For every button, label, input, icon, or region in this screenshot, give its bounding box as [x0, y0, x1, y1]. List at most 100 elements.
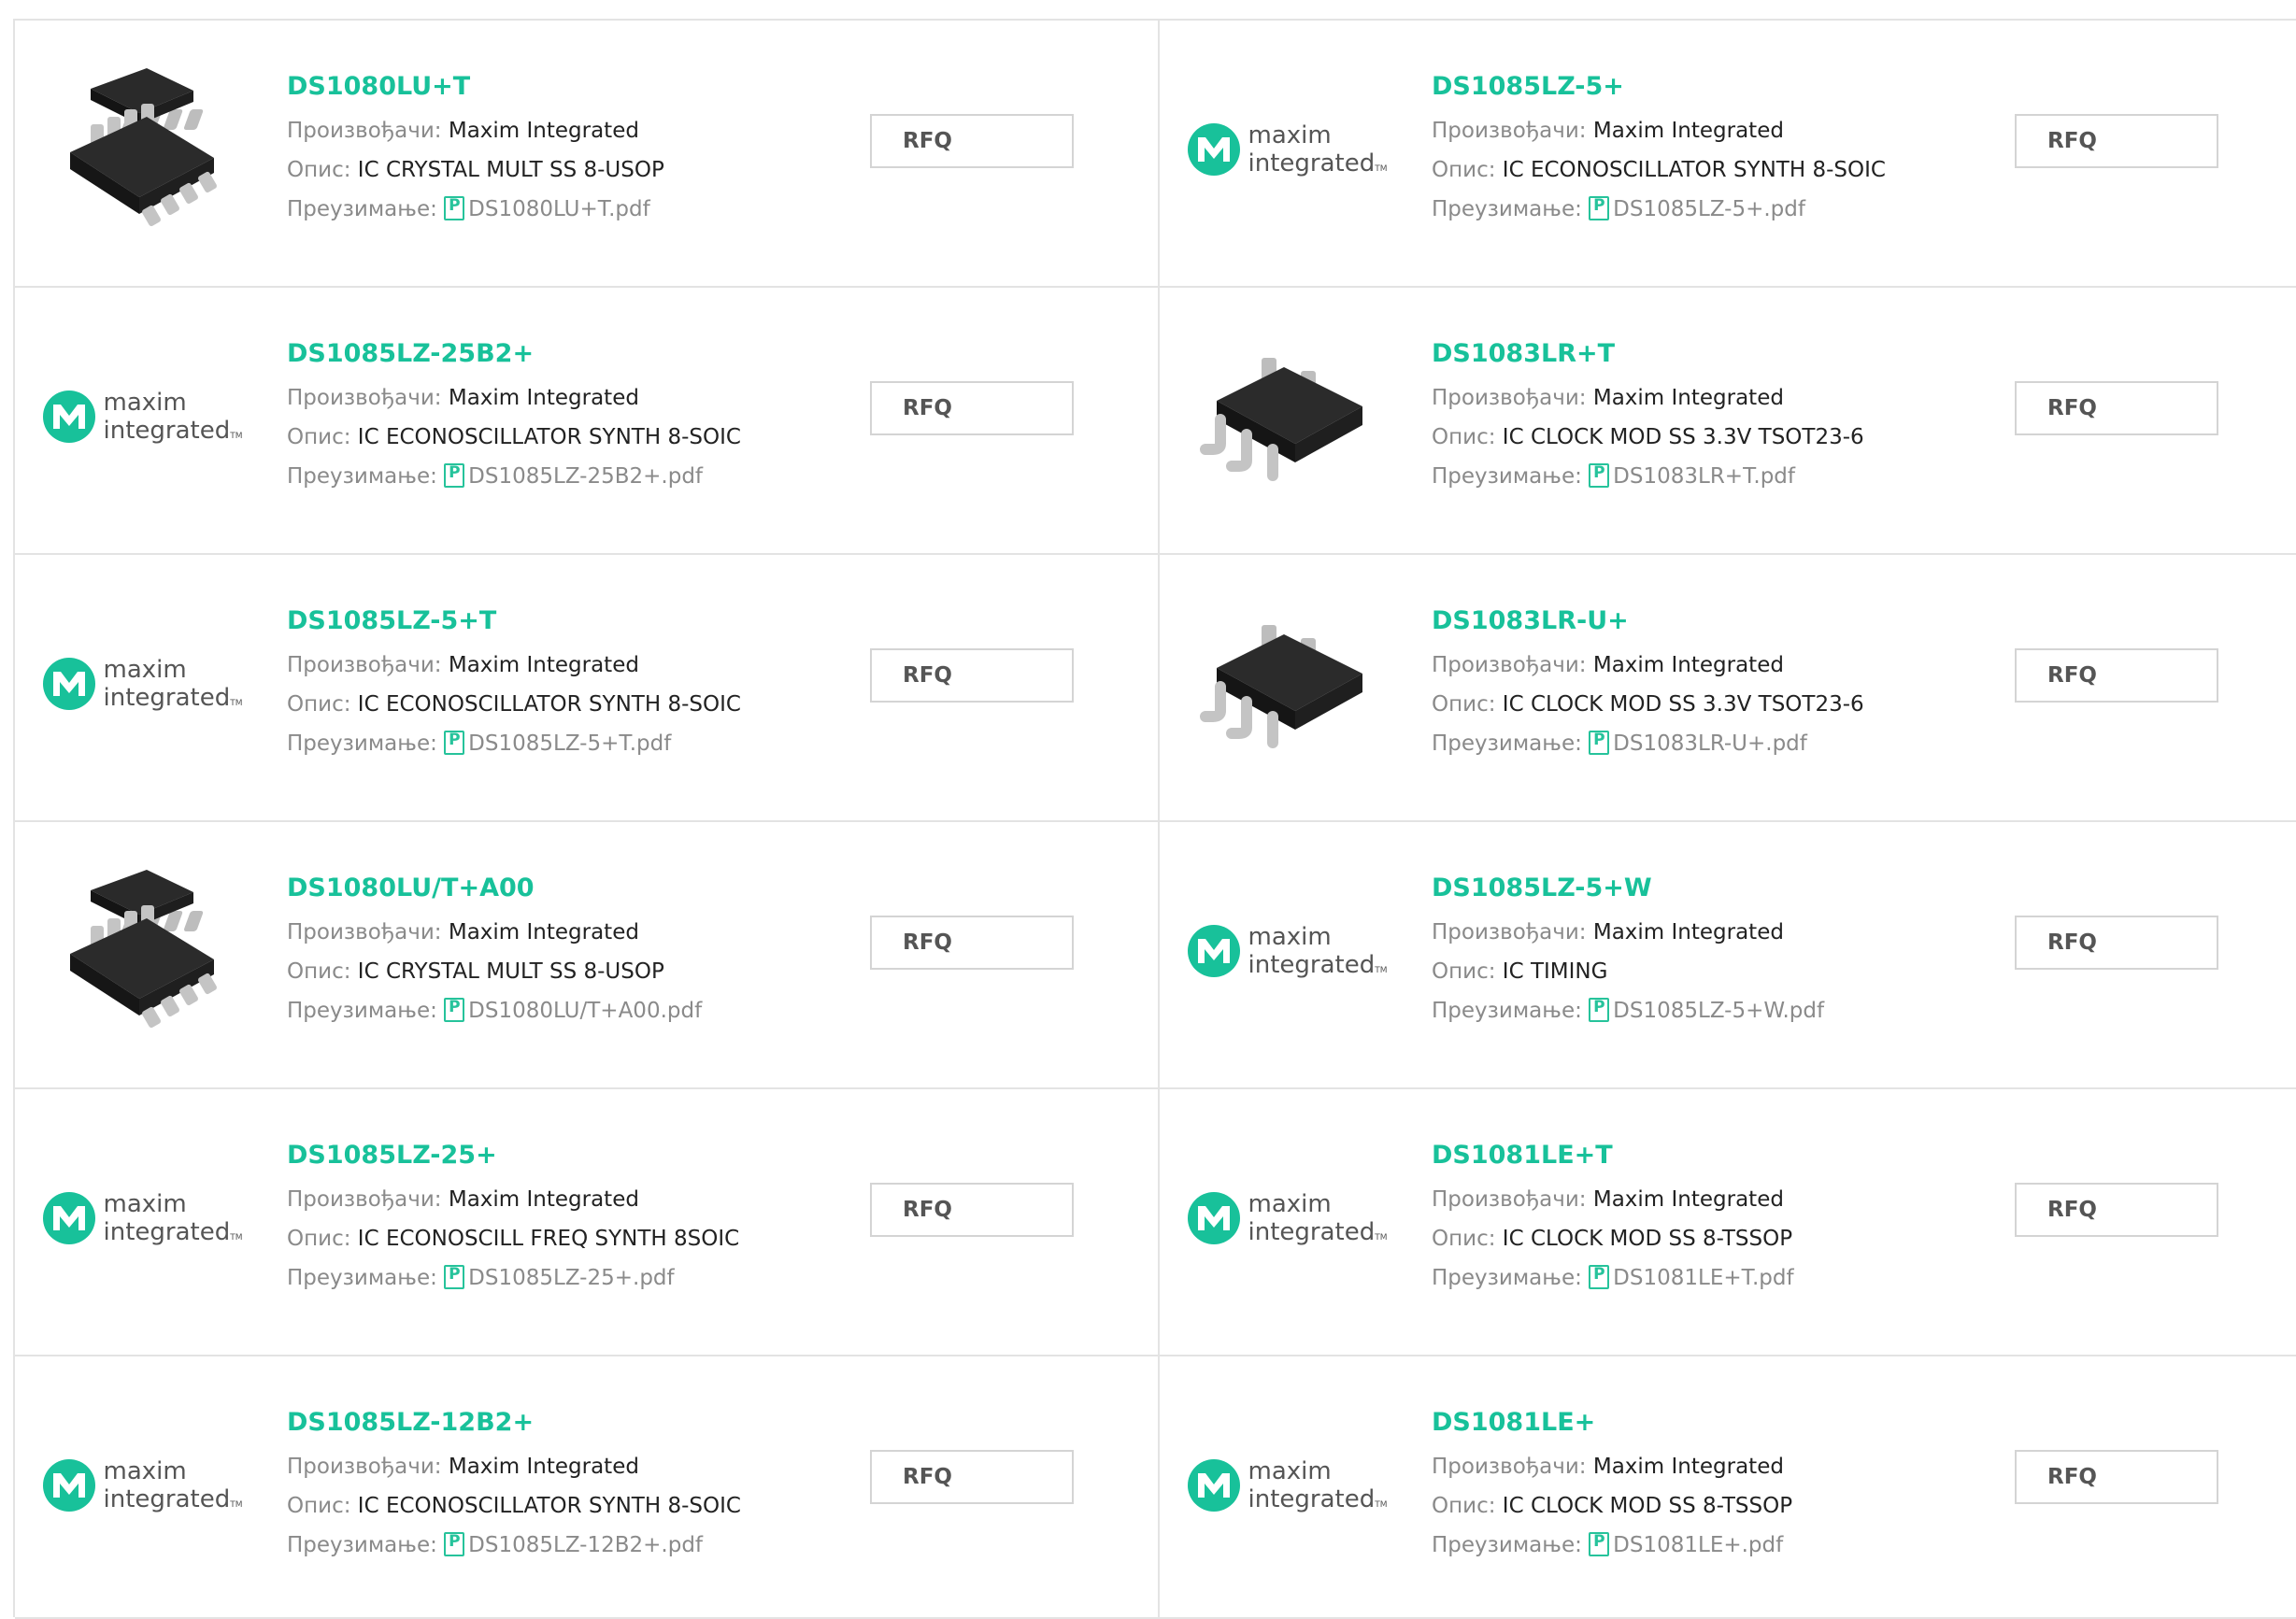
rfq-button[interactable]: RFQ — [2015, 1450, 2218, 1504]
rfq-button[interactable]: RFQ — [870, 1183, 1074, 1237]
description-value: IC CLOCK MOD SS 3.3V TSOT23-6 — [1502, 425, 1864, 449]
datasheet-link[interactable]: DS1081LE+T.pdf — [1589, 1265, 1794, 1290]
part-number-link[interactable]: DS1083LR+T — [1432, 337, 1864, 371]
download-row: Преузимање: DS1083LR+T.pdf — [1432, 462, 1864, 490]
maxim-integrated-logo: maxim integratedTM — [42, 389, 243, 445]
rfq-button[interactable]: RFQ — [870, 916, 1074, 970]
part-number-link[interactable]: DS1080LU/T+A00 — [287, 872, 702, 905]
rfq-button[interactable]: RFQ — [2015, 1183, 2218, 1237]
product-thumbnail[interactable] — [1193, 590, 1380, 777]
rfq-button[interactable]: RFQ — [2015, 916, 2218, 970]
description-row: Опис: IC CRYSTAL MULT SS 8-USOP — [287, 156, 664, 184]
manufacturer-label: Произвођачи: — [287, 1455, 442, 1479]
datasheet-link[interactable]: DS1085LZ-5+.pdf — [1589, 196, 1805, 221]
datasheet-link[interactable]: DS1085LZ-12B2+.pdf — [444, 1532, 704, 1557]
product-thumbnail[interactable] — [49, 56, 235, 243]
product-thumbnail[interactable] — [1193, 323, 1380, 510]
download-label: Преузимање: — [1432, 731, 1582, 756]
manufacturer-value: Maxim Integrated — [448, 119, 639, 143]
rfq-button[interactable]: RFQ — [2015, 648, 2218, 703]
maxim-logo-mark-icon — [42, 1192, 95, 1244]
datasheet-link[interactable]: DS1080LU/T+A00.pdf — [444, 998, 703, 1023]
download-row: Преузимање: DS1080LU/T+A00.pdf — [287, 997, 702, 1025]
product-info: DS1085LZ-5+ Произвођачи: Maxim Integrate… — [1432, 70, 1886, 223]
description-value: IC ECONOSCILLATOR SYNTH 8-SOIC — [357, 1494, 741, 1518]
manufacturer-row: Произвођачи: Maxim Integrated — [287, 918, 702, 946]
datasheet-link[interactable]: DS1083LR-U+.pdf — [1589, 731, 1807, 756]
product-thumbnail[interactable]: maxim integratedTM — [1187, 56, 1388, 243]
part-number-link[interactable]: DS1085LZ-25+ — [287, 1139, 739, 1172]
description-label: Опис: — [1432, 959, 1496, 984]
rfq-button[interactable]: RFQ — [870, 648, 1074, 703]
manufacturer-value: Maxim Integrated — [448, 1455, 639, 1479]
manufacturer-value: Maxim Integrated — [1592, 386, 1784, 410]
product-thumbnail[interactable]: maxim integratedTM — [42, 1125, 243, 1312]
part-number-link[interactable]: DS1081LE+ — [1432, 1406, 1792, 1440]
rfq-button[interactable]: RFQ — [870, 381, 1074, 435]
manufacturer-value: Maxim Integrated — [1592, 1455, 1784, 1479]
logo-word-integrated: integrated — [103, 684, 231, 712]
datasheet-filename: DS1080LU/T+A00.pdf — [468, 999, 703, 1023]
rfq-button[interactable]: RFQ — [2015, 381, 2218, 435]
description-row: Опис: IC CRYSTAL MULT SS 8-USOP — [287, 958, 702, 986]
product-thumbnail[interactable]: maxim integratedTM — [42, 590, 243, 777]
description-value: IC CLOCK MOD SS 8-TSSOP — [1502, 1227, 1793, 1251]
datasheet-filename: DS1083LR-U+.pdf — [1613, 731, 1807, 756]
product-card: maxim integratedTM DS1085LZ-5+ Произвођа… — [1160, 21, 2296, 288]
product-thumbnail[interactable]: maxim integratedTM — [42, 1392, 243, 1579]
datasheet-link[interactable]: DS1085LZ-25B2+.pdf — [444, 463, 703, 489]
part-number-link[interactable]: DS1085LZ-5+T — [287, 604, 741, 638]
description-value: IC ECONOSCILLATOR SYNTH 8-SOIC — [1502, 158, 1886, 182]
datasheet-link[interactable]: DS1085LZ-5+W.pdf — [1589, 998, 1824, 1023]
datasheet-filename: DS1085LZ-5+T.pdf — [468, 731, 672, 756]
manufacturer-label: Произвођачи: — [287, 653, 442, 677]
product-thumbnail[interactable] — [49, 858, 235, 1044]
product-thumbnail[interactable]: maxim integratedTM — [1187, 1125, 1388, 1312]
product-info: DS1085LZ-25B2+ Произвођачи: Maxim Integr… — [287, 337, 741, 490]
datasheet-filename: DS1085LZ-12B2+.pdf — [468, 1533, 704, 1557]
datasheet-link[interactable]: DS1080LU+T.pdf — [444, 196, 650, 221]
part-number-link[interactable]: DS1085LZ-5+W — [1432, 872, 1824, 905]
rfq-button[interactable]: RFQ — [870, 1450, 1074, 1504]
rfq-button[interactable]: RFQ — [2015, 114, 2218, 168]
datasheet-link[interactable]: DS1085LZ-25+.pdf — [444, 1265, 675, 1290]
part-number-link[interactable]: DS1085LZ-12B2+ — [287, 1406, 741, 1440]
manufacturer-row: Произвођачи: Maxim Integrated — [1432, 651, 1864, 679]
product-card: maxim integratedTM DS1085LZ-25+ Произвођ… — [15, 1089, 1160, 1356]
manufacturer-row: Произвођачи: Maxim Integrated — [287, 117, 664, 145]
maxim-integrated-logo: maxim integratedTM — [1187, 923, 1388, 979]
part-number-link[interactable]: DS1080LU+T — [287, 70, 664, 104]
manufacturer-row: Произвођачи: Maxim Integrated — [1432, 918, 1824, 946]
logo-word-integrated: integrated — [103, 1485, 231, 1513]
datasheet-link[interactable]: DS1083LR+T.pdf — [1589, 463, 1795, 489]
manufacturer-value: Maxim Integrated — [1592, 1187, 1784, 1212]
part-number-link[interactable]: DS1085LZ-5+ — [1432, 70, 1886, 104]
product-thumbnail[interactable]: maxim integratedTM — [1187, 858, 1388, 1044]
logo-word-integrated: integrated — [1248, 149, 1376, 178]
product-info: DS1085LZ-25+ Произвођачи: Maxim Integrat… — [287, 1139, 739, 1292]
maxim-logo-mark-icon — [42, 658, 95, 710]
part-number-link[interactable]: DS1083LR-U+ — [1432, 604, 1864, 638]
description-row: Опис: IC TIMING — [1432, 958, 1824, 986]
pdf-icon — [444, 463, 465, 488]
datasheet-link[interactable]: DS1081LE+.pdf — [1589, 1532, 1783, 1557]
datasheet-link[interactable]: DS1085LZ-5+T.pdf — [444, 731, 671, 756]
product-info: DS1083LR-U+ Произвођачи: Maxim Integrate… — [1432, 604, 1864, 758]
product-info: DS1085LZ-5+T Произвођачи: Maxim Integrat… — [287, 604, 741, 758]
part-number-link[interactable]: DS1085LZ-25B2+ — [287, 337, 741, 371]
description-value: IC ECONOSCILLATOR SYNTH 8-SOIC — [357, 692, 741, 717]
logo-trademark: TM — [1375, 966, 1388, 975]
logo-word-maxim: maxim — [103, 1457, 187, 1485]
description-value: IC CLOCK MOD SS 8-TSSOP — [1502, 1494, 1793, 1518]
pdf-icon — [444, 998, 465, 1022]
download-row: Преузимање: DS1085LZ-5+T.pdf — [287, 730, 741, 758]
logo-trademark: TM — [230, 1233, 243, 1243]
logo-word-maxim: maxim — [1248, 923, 1332, 951]
rfq-button[interactable]: RFQ — [870, 114, 1074, 168]
manufacturer-label: Произвођачи: — [287, 386, 442, 410]
product-thumbnail[interactable]: maxim integratedTM — [42, 323, 243, 510]
product-thumbnail[interactable]: maxim integratedTM — [1187, 1392, 1388, 1579]
product-card: maxim integratedTM DS1081LE+ Произвођачи… — [1160, 1356, 2296, 1619]
part-number-link[interactable]: DS1081LE+T — [1432, 1139, 1794, 1172]
description-row: Опис: IC ECONOSCILLATOR SYNTH 8-SOIC — [287, 1492, 741, 1520]
